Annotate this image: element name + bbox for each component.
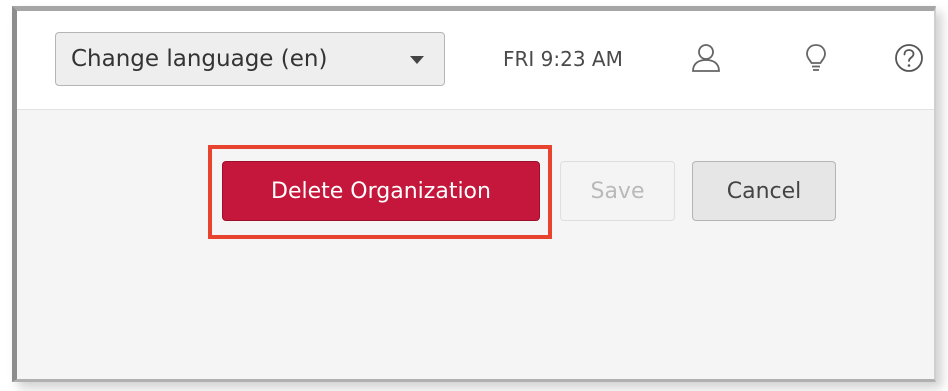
app-window: Change language (en) FRI 9:23 AM Delete … — [12, 6, 936, 382]
action-bar: Delete Organization Save Cancel — [17, 109, 934, 379]
delete-organization-button[interactable]: Delete Organization — [222, 161, 540, 221]
chevron-down-icon — [410, 56, 424, 64]
help-icon[interactable] — [892, 41, 926, 75]
language-select[interactable]: Change language (en) — [55, 32, 445, 86]
cancel-button[interactable]: Cancel — [692, 161, 836, 221]
language-select-label: Change language (en) — [71, 46, 328, 72]
user-icon[interactable] — [689, 41, 723, 75]
current-datetime: FRI 9:23 AM — [503, 47, 623, 71]
lightbulb-icon[interactable] — [799, 41, 833, 75]
top-header: Change language (en) FRI 9:23 AM — [17, 11, 934, 110]
save-button[interactable]: Save — [560, 161, 675, 221]
